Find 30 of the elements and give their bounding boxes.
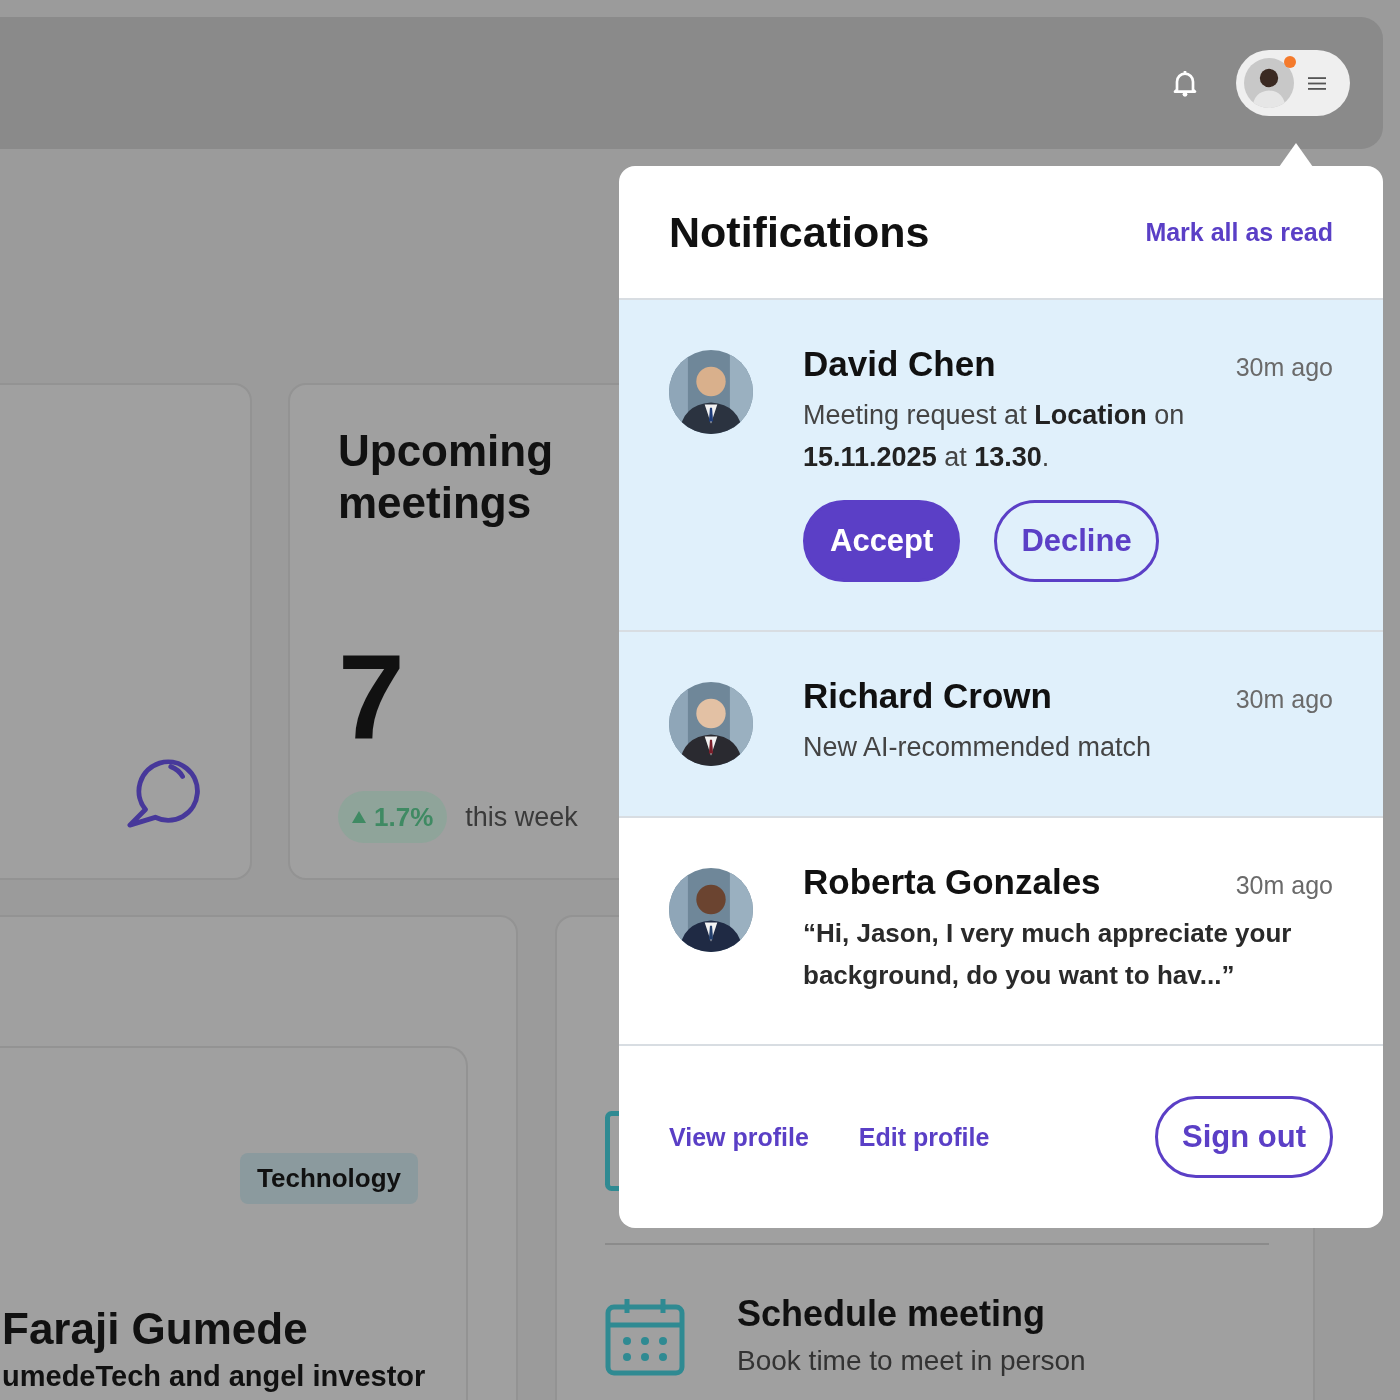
notification-item[interactable]: David Chen 30m ago Meeting request at Location on 15.11.2025 at 13.30. Accept Decline xyxy=(619,300,1383,632)
calendar-icon xyxy=(605,1297,685,1377)
notification-item[interactable]: Richard Crown 30m ago New AI-recommended match xyxy=(619,632,1383,818)
notification-message: Meeting request at Location on 15.11.2025 at 13.30. xyxy=(803,399,1186,474)
stat-value: 7 xyxy=(338,641,405,751)
period-label: this week xyxy=(465,801,578,833)
decline-button[interactable]: Decline xyxy=(994,500,1159,582)
sender-name: Roberta Gonzales xyxy=(803,862,1101,902)
timestamp: 30m ago xyxy=(1235,871,1333,900)
mark-all-read-link[interactable]: Mark all as read xyxy=(1145,217,1333,247)
notification-message: New AI-recommended match xyxy=(803,731,1153,764)
timestamp: 30m ago xyxy=(1235,353,1333,382)
profile-link[interactable]: View profile xyxy=(669,1122,809,1152)
accept-button[interactable]: Accept xyxy=(803,500,961,582)
change-value: 1.7% xyxy=(374,801,434,833)
notification-message: “Hi, Jason, I very much appreciate your background, do you want to hav...” xyxy=(803,917,1293,992)
up-triangle-icon xyxy=(352,811,366,823)
sender-name: David Chen xyxy=(803,344,996,384)
action-description: Book time to meet in person xyxy=(737,1345,1086,1377)
profile-name: Faraji Gumede xyxy=(2,1304,308,1354)
tag: Technology xyxy=(240,1153,418,1204)
sender-name: Richard Crown xyxy=(803,676,1052,716)
sign-out-button[interactable]: Sign out xyxy=(1155,1096,1333,1178)
menu-icon xyxy=(1308,75,1326,91)
action-title: Schedule meeting xyxy=(737,1293,1047,1335)
profile-link[interactable]: Edit profile xyxy=(858,1122,990,1152)
profile-subtitle: umedeTech and angel investor xyxy=(2,1360,426,1393)
panel-title: Notifications xyxy=(669,207,930,257)
timestamp: 30m ago xyxy=(1235,685,1333,714)
card-title: Upcoming meetings xyxy=(338,425,555,529)
